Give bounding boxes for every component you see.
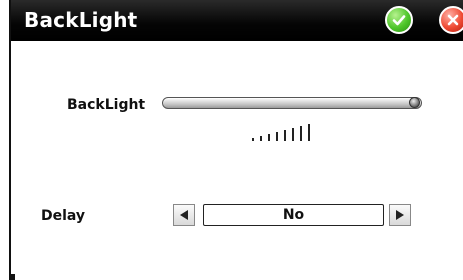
level-bar — [284, 130, 286, 141]
ok-button[interactable] — [385, 6, 413, 34]
level-bar — [300, 126, 302, 141]
backlight-slider[interactable] — [162, 97, 422, 109]
level-bar — [260, 136, 262, 141]
backlight-level-indicator — [252, 123, 310, 141]
backlight-settings-screen: BackLight BackLight Delay No — [0, 0, 463, 280]
backlight-label: BackLight — [67, 97, 146, 113]
level-bar — [252, 138, 254, 141]
close-icon — [446, 13, 460, 27]
delay-previous-button[interactable] — [173, 204, 195, 226]
check-icon — [391, 12, 407, 28]
level-bar — [292, 128, 294, 141]
backlight-slider-thumb[interactable] — [409, 97, 420, 108]
close-button[interactable] — [439, 6, 463, 34]
level-bar — [276, 132, 278, 141]
level-bar — [268, 134, 270, 141]
window-frame-left — [9, 0, 11, 280]
title-bar: BackLight — [11, 0, 463, 41]
window-frame-corner — [9, 274, 15, 280]
delay-label: Delay — [41, 208, 86, 224]
delay-next-button[interactable] — [389, 204, 411, 226]
triangle-left-icon — [179, 206, 189, 225]
delay-value-field[interactable]: No — [203, 204, 384, 226]
level-bar — [308, 124, 310, 141]
delay-value: No — [282, 207, 305, 223]
triangle-right-icon — [395, 206, 405, 225]
window-title: BackLight — [24, 8, 138, 32]
